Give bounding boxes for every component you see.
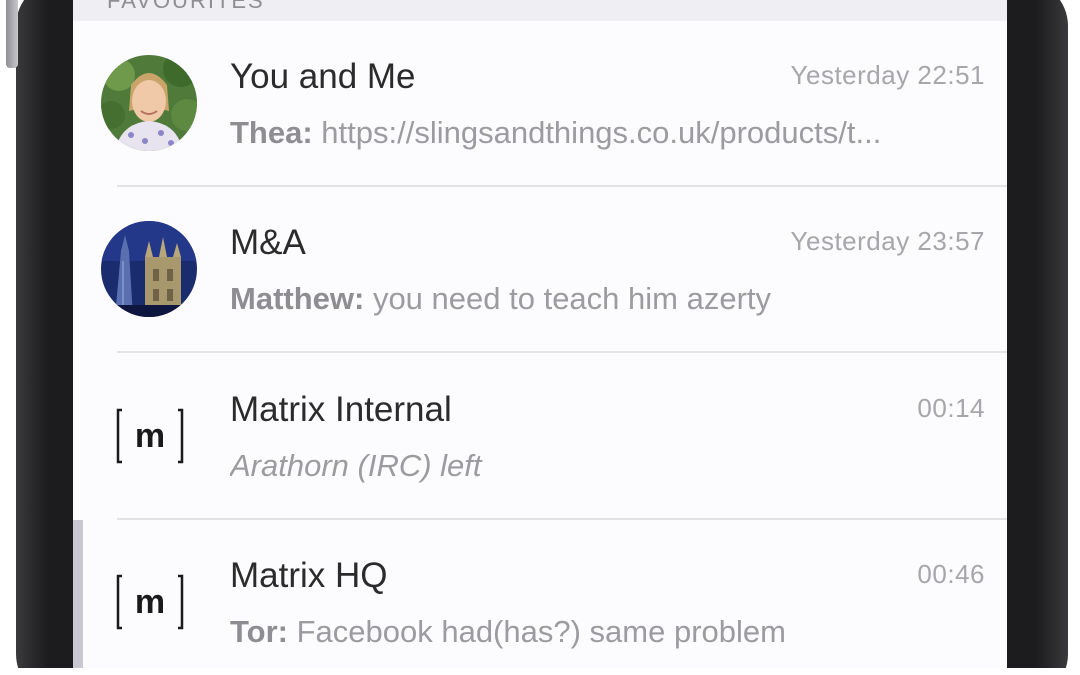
message-text: https://slingsandthings.co.uk/products/t… (312, 115, 882, 150)
photo-avatar-woman-icon (101, 55, 197, 151)
room-name: M&A (230, 223, 306, 262)
message-sender: Matthew: (230, 281, 365, 316)
avatar (101, 221, 197, 317)
room-item-matrix-hq[interactable]: m Matrix HQ 00:46 Tor: Facebook had(has?… (73, 520, 1007, 675)
room-timestamp: Yesterday 22:51 (790, 60, 985, 90)
matrix-logo-letter: m (135, 417, 165, 455)
room-timestamp: Yesterday 23:57 (790, 226, 985, 256)
message-text: Facebook had(has?) same problem (287, 614, 786, 649)
matrix-logo-letter: m (135, 583, 165, 621)
room-last-message: Matthew: you need to teach him azerty (230, 281, 986, 317)
message-sender: Thea: (230, 115, 313, 150)
matrix-logo-icon: m (116, 574, 184, 630)
favourites-section-header: FAVOURITES (73, 0, 1007, 21)
room-name: You and Me (230, 57, 416, 96)
room-last-event: Arathorn (IRC) left (230, 448, 482, 483)
row-divider (117, 351, 1007, 353)
matrix-logo-icon: m (116, 408, 184, 464)
app-viewport: FAVOURITES You and Me Yesterday 22:51 Th… (0, 0, 1080, 675)
room-last-message: Tor: Facebook had(has?) same problem (230, 614, 986, 650)
room-list-screen[interactable]: FAVOURITES You and Me Yesterday 22:51 Th… (73, 0, 1007, 675)
room-item-matrix-internal[interactable]: m Matrix Internal 00:14 Arathorn (IRC) l… (73, 354, 1007, 520)
message-text: you need to teach him azerty (364, 281, 772, 316)
room-item-m-and-a[interactable]: M&A Yesterday 23:57 Matthew: you need to… (73, 187, 1007, 353)
bottom-rim (0, 668, 1080, 675)
photo-avatar-city-night-icon (101, 221, 197, 317)
phone-side-button (6, 0, 18, 68)
room-timestamp: 00:46 (917, 559, 985, 589)
message-sender: Tor: (230, 614, 288, 649)
room-item-you-and-me[interactable]: You and Me Yesterday 22:51 Thea: https:/… (73, 21, 1007, 187)
room-last-message: Thea: https://slingsandthings.co.uk/prod… (230, 115, 986, 151)
section-header-label: FAVOURITES (107, 0, 265, 13)
room-timestamp: 00:14 (917, 393, 985, 423)
unread-indicator (73, 520, 83, 675)
avatar (101, 55, 197, 151)
room-name: Matrix Internal (230, 390, 452, 429)
room-name: Matrix HQ (230, 556, 388, 595)
